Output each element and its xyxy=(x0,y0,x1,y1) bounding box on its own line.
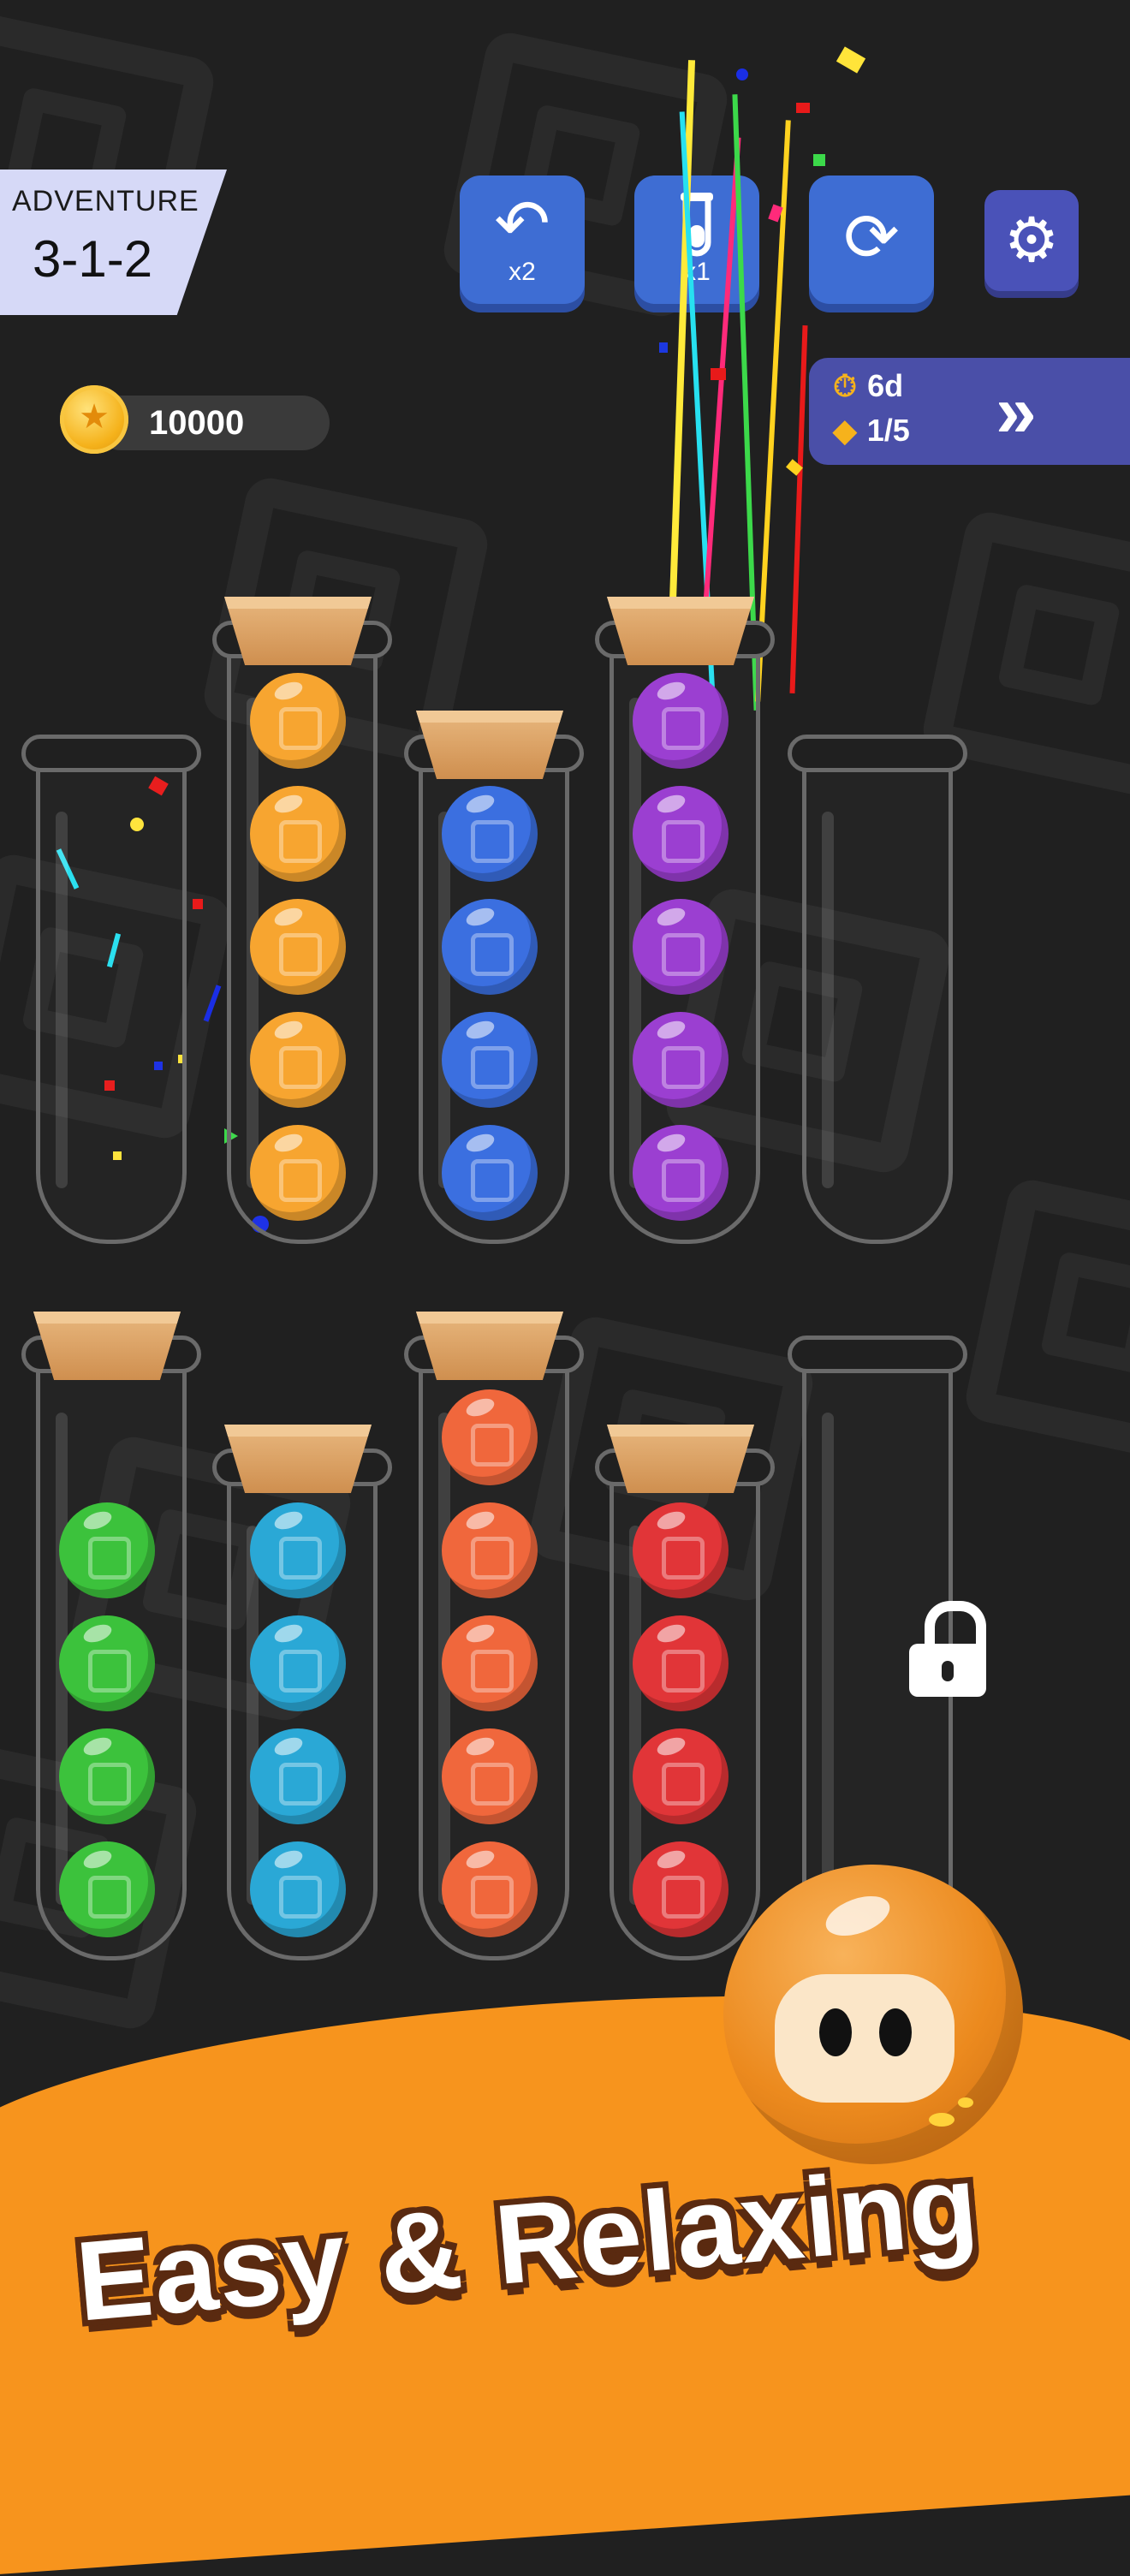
gear-icon: ⚙ xyxy=(1003,206,1060,275)
green-ball xyxy=(59,1728,155,1824)
coral-ball xyxy=(442,1389,538,1485)
cork-cap xyxy=(224,1425,372,1493)
red-ball xyxy=(633,1615,729,1711)
settings-button[interactable]: ⚙ xyxy=(984,190,1079,291)
coral-ball xyxy=(442,1841,538,1937)
cyan-ball xyxy=(250,1502,346,1598)
red-ball xyxy=(633,1728,729,1824)
blue-ball xyxy=(442,786,538,882)
level-number: 3-1-2 xyxy=(33,230,153,288)
game-mode-label: ADVENTURE xyxy=(12,185,199,217)
undo-count: x2 xyxy=(508,258,536,286)
tube-r1c1[interactable] xyxy=(21,735,201,1244)
blue-ball xyxy=(442,1012,538,1108)
cyan-ball xyxy=(250,1728,346,1824)
purple-ball xyxy=(633,1125,729,1221)
coral-ball xyxy=(442,1502,538,1598)
cork-cap xyxy=(33,1312,181,1380)
orange-ball xyxy=(250,1012,346,1108)
coin-icon: ★ xyxy=(60,385,128,454)
double-chevron-icon[interactable]: » xyxy=(996,370,1037,455)
ticket-icon: ◆ xyxy=(833,413,857,448)
cork-cap xyxy=(416,1312,563,1380)
event-panel[interactable]: ⏱ 6d ◆ 1/5 » xyxy=(809,358,1130,465)
undo-arrow-icon: ↶ xyxy=(494,186,550,261)
red-ball xyxy=(633,1841,729,1937)
coin-counter: 10000 xyxy=(94,396,330,450)
cork-cap xyxy=(607,1425,754,1493)
padlock-icon[interactable] xyxy=(909,1601,986,1697)
coral-ball xyxy=(442,1728,538,1824)
orange-ball xyxy=(250,899,346,995)
coin-value: 10000 xyxy=(149,404,245,442)
orange-ball xyxy=(250,786,346,882)
coral-ball xyxy=(442,1615,538,1711)
orange-ball-mascot xyxy=(723,1865,1023,2164)
purple-ball xyxy=(633,1012,729,1108)
cyan-ball xyxy=(250,1615,346,1711)
cork-cap xyxy=(607,597,754,665)
event-tickets: ◆ 1/5 xyxy=(833,413,910,448)
blue-ball xyxy=(442,899,538,995)
stopwatch-icon: ⏱ xyxy=(833,368,858,403)
cork-cap xyxy=(416,711,563,779)
event-timer: ⏱ 6d xyxy=(833,368,904,403)
green-ball xyxy=(59,1502,155,1598)
purple-ball xyxy=(633,786,729,882)
refresh-icon: ⟳ xyxy=(843,199,900,275)
purple-ball xyxy=(633,673,729,769)
cork-cap xyxy=(224,597,372,665)
purple-ball xyxy=(633,899,729,995)
orange-ball xyxy=(250,1125,346,1221)
orange-ball xyxy=(250,673,346,769)
green-ball xyxy=(59,1615,155,1711)
green-ball xyxy=(59,1841,155,1937)
restart-button[interactable]: ⟳ xyxy=(809,176,934,304)
tube-r1c5[interactable] xyxy=(788,735,967,1244)
blue-ball xyxy=(442,1125,538,1221)
red-ball xyxy=(633,1502,729,1598)
undo-button[interactable]: ↶ x2 xyxy=(460,176,585,304)
cyan-ball xyxy=(250,1841,346,1937)
